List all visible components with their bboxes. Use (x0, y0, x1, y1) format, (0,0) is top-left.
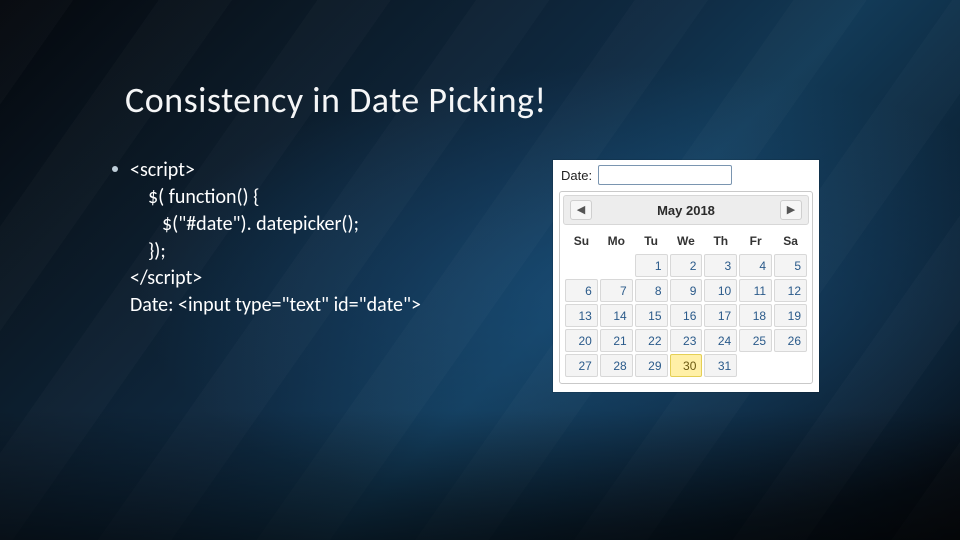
calendar-day[interactable]: 26 (774, 329, 807, 352)
calendar-day[interactable]: 22 (635, 329, 668, 352)
calendar-day[interactable]: 8 (635, 279, 668, 302)
calendar-day[interactable]: 2 (670, 254, 703, 277)
calendar-day[interactable]: 21 (600, 329, 633, 352)
code-line-2: $( function() { (130, 184, 421, 211)
datepicker-widget: Date: ◀ May 2018 ▶ Su Mo Tu We Th (553, 160, 819, 392)
calendar-day[interactable]: 29 (635, 354, 668, 377)
code-line-4: }); (130, 238, 421, 265)
calendar-day[interactable]: 25 (739, 329, 772, 352)
code-line-5: </script> (130, 265, 421, 292)
slide-title: Consistency in Date Picking! (125, 78, 547, 122)
code-line-1: <script> (130, 157, 421, 184)
next-month-button[interactable]: ▶ (780, 200, 802, 220)
calendar-day (600, 254, 633, 277)
dow-header: Tu (635, 230, 668, 252)
calendar-day[interactable]: 7 (600, 279, 633, 302)
dow-header: Th (704, 230, 737, 252)
date-label: Date: (561, 168, 592, 183)
dow-header: Sa (774, 230, 807, 252)
calendar-day[interactable]: 16 (670, 304, 703, 327)
calendar-grid: Su Mo Tu We Th Fr Sa 1234567891011121314… (563, 228, 809, 379)
dow-header: Fr (739, 230, 772, 252)
calendar-day[interactable]: 6 (565, 279, 598, 302)
calendar-day[interactable]: 20 (565, 329, 598, 352)
calendar-day[interactable]: 17 (704, 304, 737, 327)
slide: Consistency in Date Picking! <script> $(… (0, 0, 960, 540)
date-input[interactable] (598, 165, 732, 185)
calendar-row: 13141516171819 (565, 304, 807, 327)
calendar-day (774, 354, 807, 377)
calendar: ◀ May 2018 ▶ Su Mo Tu We Th Fr Sa 123456… (559, 191, 813, 384)
calendar-row: 2728293031 (565, 354, 807, 377)
calendar-day[interactable]: 13 (565, 304, 598, 327)
calendar-day[interactable]: 5 (774, 254, 807, 277)
chevron-right-icon: ▶ (787, 205, 795, 216)
calendar-title: May 2018 (657, 203, 715, 218)
prev-month-button[interactable]: ◀ (570, 200, 592, 220)
calendar-day[interactable]: 31 (704, 354, 737, 377)
calendar-day[interactable]: 10 (704, 279, 737, 302)
calendar-day[interactable]: 4 (739, 254, 772, 277)
bullet-dot-icon (112, 166, 118, 172)
date-field-row: Date: (553, 160, 819, 189)
calendar-dow-row: Su Mo Tu We Th Fr Sa (565, 230, 807, 252)
calendar-day[interactable]: 9 (670, 279, 703, 302)
code-line-3: $("#date"). datepicker(); (130, 211, 421, 238)
calendar-day[interactable]: 12 (774, 279, 807, 302)
calendar-day[interactable]: 11 (739, 279, 772, 302)
code-block: <script> $( function() { $("#date"). dat… (130, 157, 421, 319)
calendar-row: 20212223242526 (565, 329, 807, 352)
calendar-day[interactable]: 23 (670, 329, 703, 352)
calendar-day[interactable]: 27 (565, 354, 598, 377)
calendar-day (565, 254, 598, 277)
calendar-day[interactable]: 30 (670, 354, 703, 377)
calendar-day[interactable]: 3 (704, 254, 737, 277)
calendar-day[interactable]: 18 (739, 304, 772, 327)
calendar-day (739, 354, 772, 377)
calendar-day[interactable]: 28 (600, 354, 633, 377)
code-line-6: Date: <input type="text" id="date"> (130, 292, 421, 319)
dow-header: We (670, 230, 703, 252)
calendar-row: 12345 (565, 254, 807, 277)
calendar-day[interactable]: 19 (774, 304, 807, 327)
calendar-day[interactable]: 15 (635, 304, 668, 327)
dow-header: Su (565, 230, 598, 252)
dow-header: Mo (600, 230, 633, 252)
calendar-day[interactable]: 1 (635, 254, 668, 277)
calendar-header: ◀ May 2018 ▶ (563, 195, 809, 225)
chevron-left-icon: ◀ (577, 205, 585, 216)
calendar-day[interactable]: 14 (600, 304, 633, 327)
calendar-day[interactable]: 24 (704, 329, 737, 352)
calendar-row: 6789101112 (565, 279, 807, 302)
